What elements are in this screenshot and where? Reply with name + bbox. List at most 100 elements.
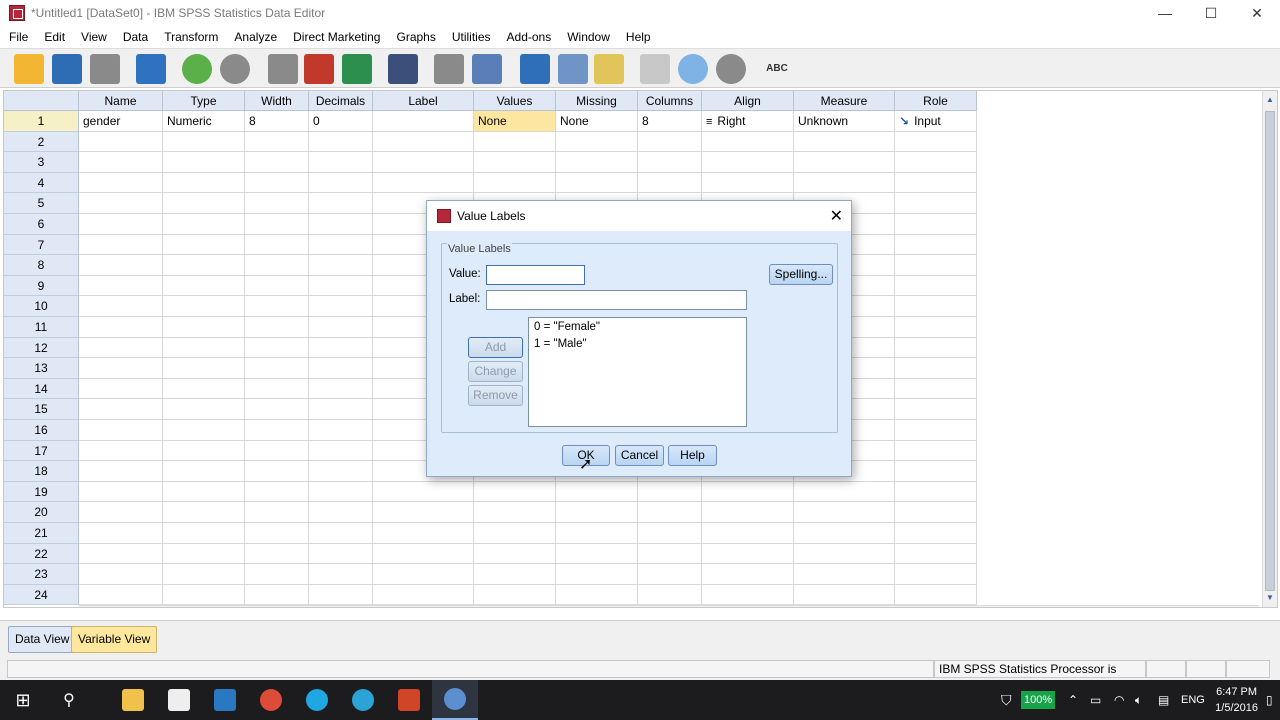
empty-cell[interactable] (163, 193, 245, 214)
empty-cell[interactable] (895, 358, 977, 379)
empty-cell[interactable] (163, 584, 245, 606)
empty-cell[interactable] (163, 234, 245, 256)
value-labels-icon[interactable] (640, 54, 670, 84)
empty-cell[interactable] (474, 543, 556, 565)
tab-data-view[interactable]: Data View (8, 626, 77, 653)
cell-values[interactable]: None (474, 111, 556, 132)
empty-cell[interactable] (79, 275, 163, 297)
row-header[interactable]: 2 (4, 131, 79, 153)
action-center-icon[interactable]: ▯ (1266, 680, 1273, 720)
empty-cell[interactable] (895, 564, 977, 585)
menu-graphs[interactable]: Graphs (388, 30, 443, 44)
wifi-icon[interactable]: ◠ (1114, 680, 1124, 720)
empty-cell[interactable] (373, 152, 474, 173)
col-header-name[interactable]: Name (79, 91, 163, 111)
spell-check-icon[interactable]: ABC (762, 54, 792, 84)
row-header[interactable]: 12 (4, 337, 79, 359)
empty-cell[interactable] (245, 440, 309, 462)
menu-direct-marketing[interactable]: Direct Marketing (285, 30, 388, 44)
menu-add-ons[interactable]: Add-ons (499, 30, 560, 44)
empty-cell[interactable] (638, 523, 702, 544)
add-button[interactable]: Add (468, 337, 523, 358)
empty-cell[interactable] (79, 481, 163, 503)
empty-cell[interactable] (794, 481, 895, 503)
empty-cell[interactable] (895, 275, 977, 297)
empty-cell[interactable] (245, 255, 309, 276)
list-item[interactable]: 0 = "Female" (534, 321, 600, 333)
taskbar-store[interactable] (156, 680, 202, 720)
row-header[interactable]: 3 (4, 152, 79, 173)
menu-data[interactable]: Data (115, 30, 156, 44)
empty-cell[interactable] (309, 193, 373, 214)
value-input[interactable] (486, 265, 585, 285)
empty-cell[interactable] (638, 502, 702, 523)
taskbar-skype[interactable] (294, 680, 340, 720)
empty-cell[interactable] (163, 255, 245, 276)
empty-cell[interactable] (309, 584, 373, 606)
row-header[interactable]: 22 (4, 543, 79, 565)
scroll-down-icon[interactable]: ▼ (1266, 593, 1274, 602)
empty-cell[interactable] (309, 461, 373, 482)
empty-cell[interactable] (474, 564, 556, 585)
insert-variable-icon[interactable] (472, 54, 502, 84)
empty-cell[interactable] (309, 420, 373, 441)
empty-cell[interactable] (163, 378, 245, 400)
empty-cell[interactable] (79, 172, 163, 194)
empty-cell[interactable] (895, 461, 977, 482)
empty-cell[interactable] (245, 461, 309, 482)
empty-cell[interactable] (373, 481, 474, 503)
empty-cell[interactable] (895, 543, 977, 565)
empty-cell[interactable] (702, 564, 794, 585)
empty-cell[interactable] (163, 399, 245, 420)
menu-transform[interactable]: Transform (156, 30, 226, 44)
empty-cell[interactable] (163, 564, 245, 585)
empty-cell[interactable] (895, 440, 977, 462)
empty-cell[interactable] (79, 317, 163, 338)
language-indicator[interactable]: ENG (1181, 680, 1205, 720)
empty-cell[interactable] (474, 131, 556, 153)
empty-cell[interactable] (163, 172, 245, 194)
taskbar-spss[interactable] (432, 680, 478, 720)
cell-role[interactable]: ↘ Input (895, 111, 977, 132)
empty-cell[interactable] (474, 523, 556, 544)
taskbar-skype-business[interactable] (340, 680, 386, 720)
empty-cell[interactable] (309, 152, 373, 173)
menu-edit[interactable]: Edit (36, 30, 73, 44)
empty-cell[interactable] (895, 317, 977, 338)
empty-cell[interactable] (702, 172, 794, 194)
empty-cell[interactable] (163, 317, 245, 338)
empty-cell[interactable] (895, 523, 977, 544)
empty-cell[interactable] (79, 378, 163, 400)
row-header[interactable]: 21 (4, 523, 79, 544)
row-header[interactable]: 19 (4, 481, 79, 503)
empty-cell[interactable] (895, 193, 977, 214)
empty-cell[interactable] (474, 481, 556, 503)
empty-cell[interactable] (163, 296, 245, 317)
empty-cell[interactable] (373, 564, 474, 585)
empty-cell[interactable] (245, 234, 309, 256)
empty-cell[interactable] (556, 584, 638, 606)
empty-cell[interactable] (895, 584, 977, 606)
empty-cell[interactable] (79, 131, 163, 153)
empty-cell[interactable] (245, 543, 309, 565)
empty-cell[interactable] (245, 399, 309, 420)
empty-cell[interactable] (373, 584, 474, 606)
menu-help[interactable]: Help (618, 30, 659, 44)
row-header[interactable]: 24 (4, 584, 79, 606)
empty-cell[interactable] (245, 378, 309, 400)
remove-button[interactable]: Remove (468, 385, 523, 406)
empty-cell[interactable] (163, 358, 245, 379)
empty-cell[interactable] (245, 564, 309, 585)
empty-cell[interactable] (702, 481, 794, 503)
cell-label[interactable] (373, 111, 474, 132)
empty-cell[interactable] (79, 296, 163, 317)
empty-cell[interactable] (79, 214, 163, 235)
empty-cell[interactable] (702, 502, 794, 523)
empty-cell[interactable] (245, 358, 309, 379)
row-header[interactable]: 13 (4, 358, 79, 379)
empty-cell[interactable] (79, 234, 163, 256)
empty-cell[interactable] (79, 440, 163, 462)
empty-cell[interactable] (895, 399, 977, 420)
select-cases-icon[interactable] (594, 54, 624, 84)
recall-dialog-icon[interactable] (136, 54, 166, 84)
